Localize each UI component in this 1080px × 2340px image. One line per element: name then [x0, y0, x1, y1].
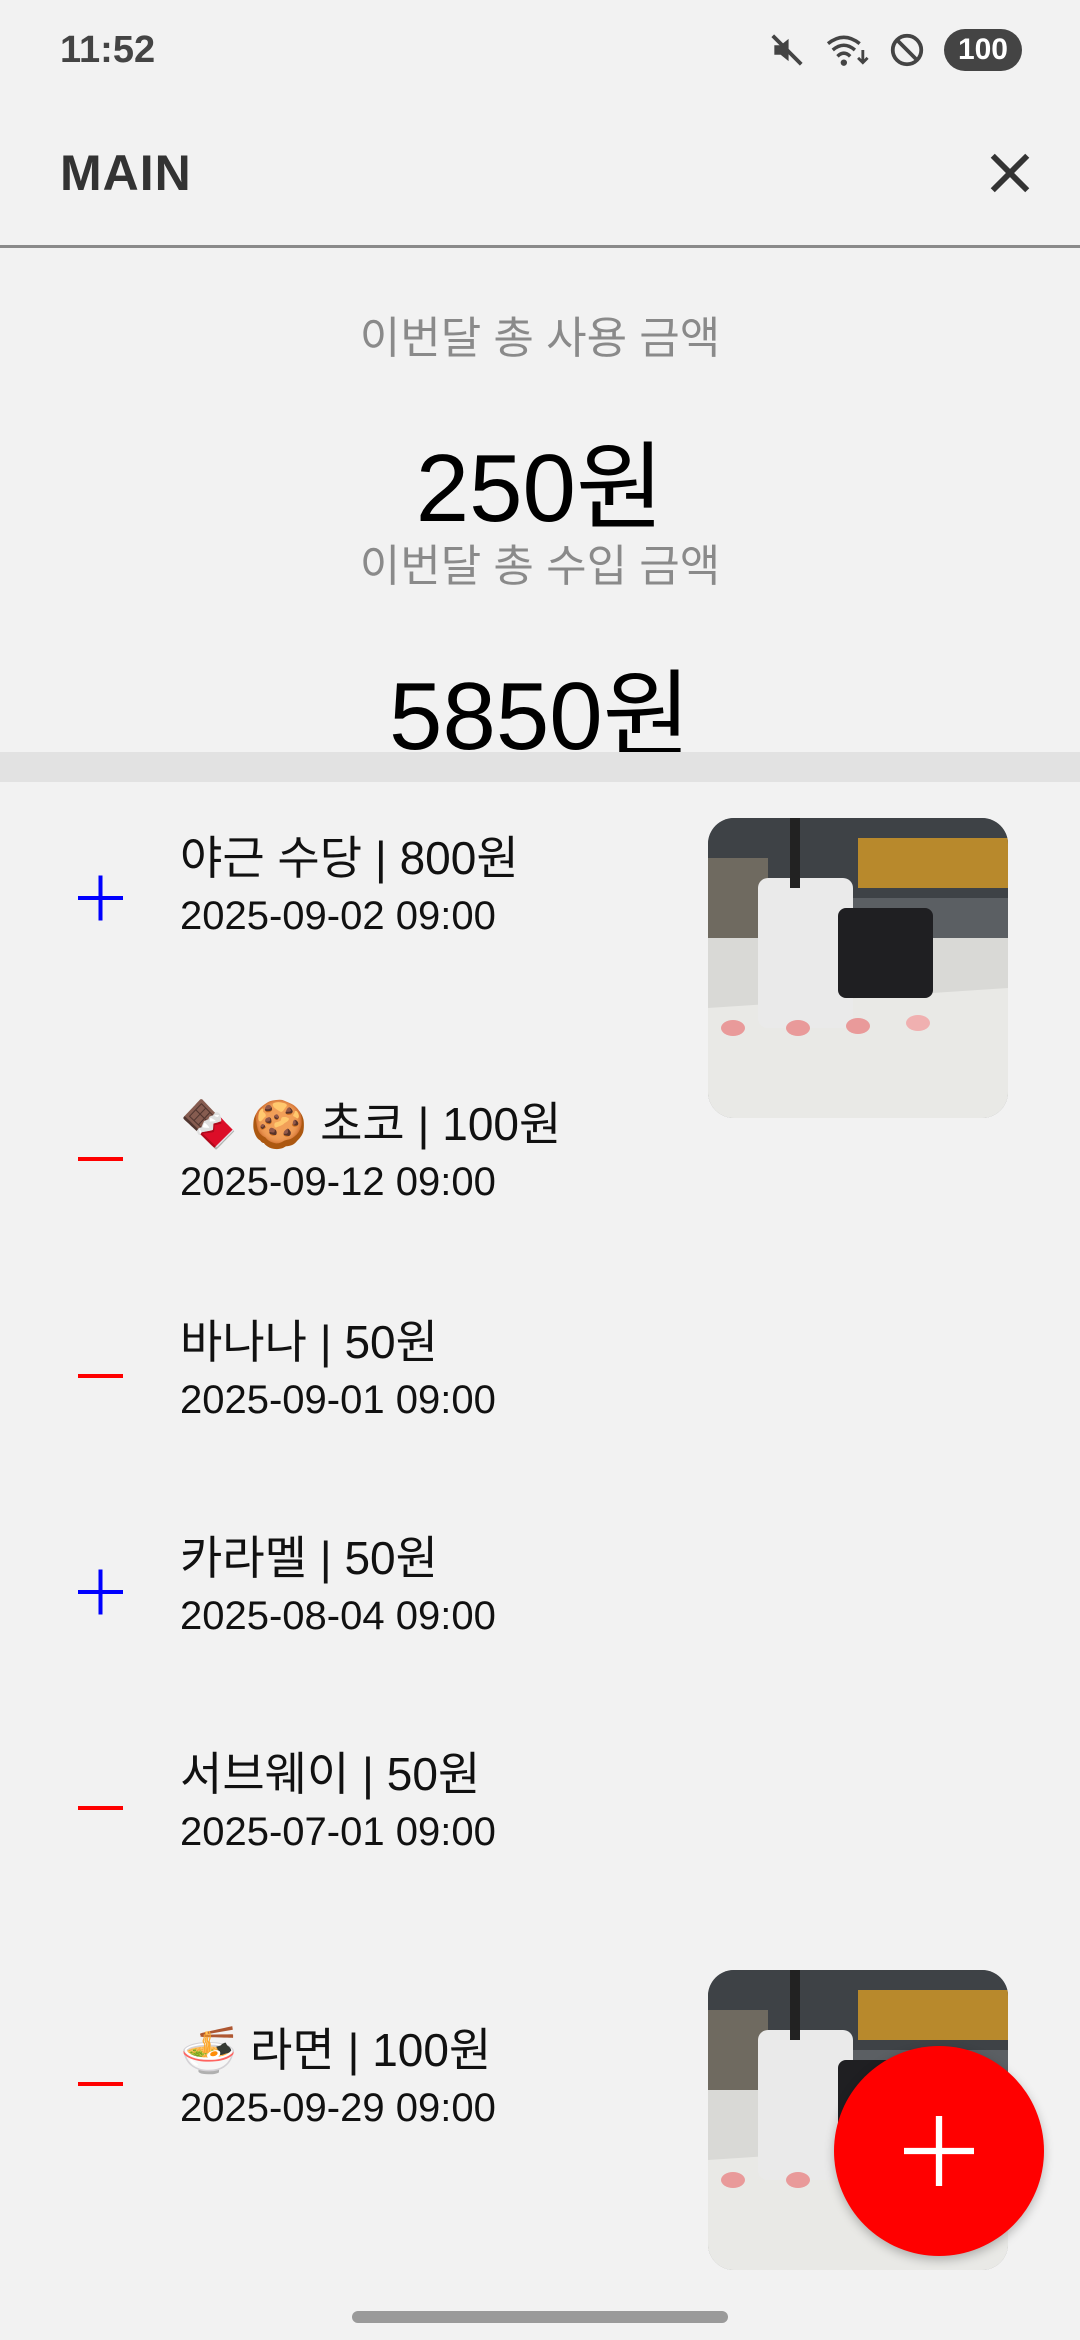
- close-icon: [990, 153, 1030, 192]
- income-label: 이번달 총 수입 금액: [359, 542, 721, 591]
- spent-value: 250원: [415, 435, 665, 542]
- transaction-date: 2025-09-01 09:00: [180, 1378, 496, 1422]
- minus-sign-icon: [78, 1778, 138, 1838]
- minus-sign-icon: [78, 1129, 138, 1189]
- battery-badge: 100: [943, 29, 1022, 71]
- do-not-disturb-icon: [888, 31, 926, 69]
- transaction-row[interactable]: 바나나 | 50원 2025-09-01 09:00: [0, 1292, 1080, 1508]
- transaction-title: 서브웨이 | 50원: [180, 1748, 481, 1800]
- transaction-title: 야근 수당 | 800원: [180, 832, 519, 884]
- section-divider: [0, 752, 1080, 782]
- transaction-date: 2025-07-01 09:00: [180, 1810, 496, 1854]
- mute-icon: [768, 31, 806, 69]
- transaction-title: 🍜 라면 | 100원: [180, 2024, 492, 2076]
- transaction-date: 2025-08-04 09:00: [180, 1594, 496, 1638]
- status-icons: 100: [768, 29, 1022, 71]
- add-transaction-button[interactable]: [834, 2046, 1044, 2256]
- transaction-row[interactable]: 🍫 🍪 초코 | 100원 2025-09-12 09:00: [0, 1072, 1080, 1292]
- page-title: MAIN: [60, 144, 192, 201]
- transaction-row[interactable]: 서브웨이 | 50원 2025-07-01 09:00: [0, 1724, 1080, 1940]
- transaction-title: 🍫 🍪 초코 | 100원: [180, 1098, 562, 1150]
- home-indicator[interactable]: [352, 2311, 728, 2323]
- plus-sign-icon: [78, 1562, 138, 1622]
- app-bar: MAIN: [0, 100, 1080, 248]
- plus-icon: [904, 2116, 974, 2186]
- transaction-date: 2025-09-02 09:00: [180, 894, 496, 938]
- plus-sign-icon: [78, 868, 138, 928]
- transaction-row[interactable]: 카라멜 | 50원 2025-08-04 09:00: [0, 1508, 1080, 1724]
- transaction-title: 카라멜 | 50원: [180, 1532, 438, 1584]
- transaction-row[interactable]: 야근 수당 | 800원 2025-09-02 09:00: [0, 782, 1080, 1118]
- status-bar: 11:52 100: [0, 0, 1080, 100]
- transaction-date: 2025-09-29 09:00: [180, 2086, 496, 2130]
- transaction-title: 바나나 | 50원: [180, 1316, 438, 1368]
- minus-sign-icon: [78, 1346, 138, 1406]
- transaction-date: 2025-09-12 09:00: [180, 1160, 496, 1204]
- close-button[interactable]: [978, 141, 1042, 205]
- status-time: 11:52: [60, 28, 156, 71]
- monthly-summary: 이번달 총 사용 금액 250원 이번달 총 수입 금액 5850원: [0, 250, 1080, 770]
- wifi-icon: [824, 31, 870, 69]
- spent-label: 이번달 총 사용 금액: [359, 314, 721, 363]
- minus-sign-icon: [78, 2054, 138, 2114]
